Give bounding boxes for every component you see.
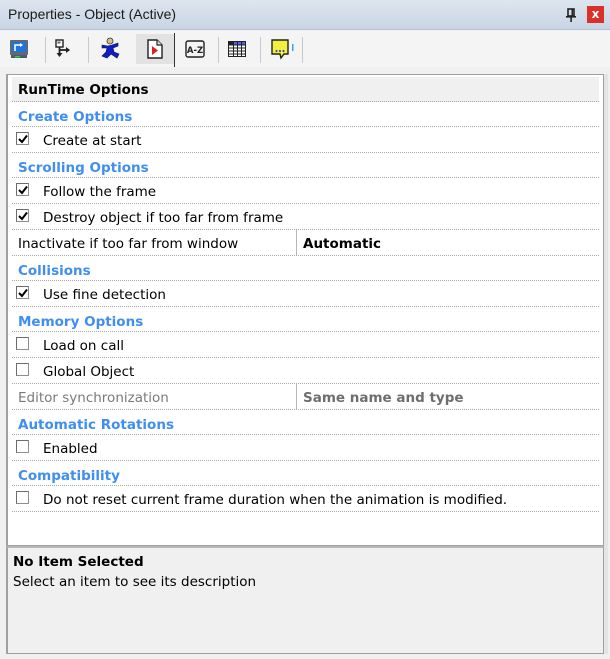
checkmark-icon <box>18 134 28 144</box>
checkbox-checked[interactable] <box>16 183 29 196</box>
grid-edge <box>604 74 608 654</box>
checkbox-unchecked[interactable] <box>16 337 29 350</box>
property-label: Inactivate if too far from window <box>18 236 239 252</box>
property-label: Create at start <box>43 133 142 149</box>
description-text: Select an item to see its description <box>13 574 257 590</box>
checkbox-unchecked[interactable] <box>16 363 29 376</box>
checkbox-row-global-object[interactable]: Global Object <box>12 358 599 384</box>
checkbox-row-do-not-reset-current-frame-duration-when-the-animation-is-modified[interactable]: Do not reset current frame duration when… <box>12 486 599 512</box>
checkbox-checked[interactable] <box>16 132 29 145</box>
checkbox-row-follow-the-frame[interactable]: Follow the frame <box>12 178 599 204</box>
checkbox-unchecked[interactable] <box>16 491 29 504</box>
category-create-options: Create Options <box>12 102 599 127</box>
toolbar-separator <box>218 37 219 63</box>
category-scrolling-options: Scrolling Options <box>12 153 599 178</box>
checkbox-unchecked[interactable] <box>16 440 29 453</box>
category-automatic-rotations: Automatic Rotations <box>12 410 599 435</box>
property-value[interactable]: Automatic <box>303 236 381 252</box>
monitor-icon <box>10 40 28 58</box>
property-label: Load on call <box>43 338 124 354</box>
toolbar-button-sort-alphabetically[interactable]: A-Z <box>180 34 210 64</box>
property-label: Editor synchronization <box>18 390 169 406</box>
category-collisions: Collisions <box>12 256 599 281</box>
category-label: Automatic Rotations <box>18 417 174 433</box>
property-label: Follow the frame <box>43 184 157 200</box>
toolbar-separator <box>45 37 46 63</box>
category-compatibility: Compatibility <box>12 461 599 486</box>
checkmark-icon <box>18 185 28 195</box>
toolbar-button-size-position[interactable] <box>48 34 78 64</box>
property-label: Enabled <box>43 441 98 457</box>
property-row-editor-synchronization[interactable]: Editor synchronization Same name and type <box>12 384 599 410</box>
az-sort-icon: A-Z <box>185 40 205 58</box>
toolbar-separator <box>174 33 175 67</box>
property-label: Global Object <box>43 364 135 380</box>
toolbar-button-about[interactable] <box>264 34 302 64</box>
checkbox-row-use-fine-detection[interactable]: Use fine detection <box>12 281 599 307</box>
category-label: Collisions <box>18 263 91 279</box>
toolbar-button-runtime-options[interactable] <box>136 34 174 64</box>
toolbar-separator <box>260 37 261 63</box>
property-label: Use fine detection <box>43 287 166 303</box>
document-play-icon <box>147 39 163 59</box>
grid-header-label: RunTime Options <box>18 82 149 98</box>
column-divider[interactable] <box>296 384 297 409</box>
table-grid-icon <box>228 41 246 57</box>
pin-icon[interactable] <box>564 8 578 22</box>
toolbar-separator <box>88 37 89 63</box>
checkmark-icon <box>18 288 28 298</box>
checkbox-checked[interactable] <box>16 209 29 222</box>
property-value[interactable]: Same name and type <box>303 390 464 406</box>
checkbox-checked[interactable] <box>16 286 29 299</box>
speech-bubble-icon <box>271 39 294 60</box>
property-label: Do not reset current frame duration when… <box>43 492 508 508</box>
checkbox-row-load-on-call[interactable]: Load on call <box>12 332 599 358</box>
description-panel: No Item Selected Select an item to see i… <box>6 546 604 654</box>
checkbox-row-enabled[interactable]: Enabled <box>12 435 599 461</box>
move-arrows-icon <box>55 39 70 57</box>
toolbar: A-Z <box>0 31 610 67</box>
checkmark-icon <box>18 211 28 221</box>
running-man-icon <box>101 37 120 59</box>
category-label: Memory Options <box>18 314 144 330</box>
checkbox-row-destroy-object-if-too-far-from-frame[interactable]: Destroy object if too far from frame <box>12 204 599 230</box>
grid-header: RunTime Options <box>12 77 599 102</box>
close-icon[interactable]: x <box>587 6 604 23</box>
panel-title: Properties - Object (Active) <box>8 6 177 22</box>
checkbox-row-create-at-start[interactable]: Create at start <box>12 127 599 153</box>
toolbar-separator <box>302 37 303 63</box>
property-grid: RunTime Options Create Options Create at … <box>6 74 604 546</box>
description-title: No Item Selected <box>13 554 144 570</box>
column-divider[interactable] <box>296 230 297 255</box>
category-label: Create Options <box>18 109 133 125</box>
panel-titlebar: Properties - Object (Active) x <box>0 0 610 30</box>
toolbar-button-display-options[interactable] <box>4 34 34 64</box>
category-memory-options: Memory Options <box>12 307 599 332</box>
toolbar-button-movement[interactable] <box>95 34 125 64</box>
property-row-inactivate-if-too-far-from-window[interactable]: Inactivate if too far from window Automat… <box>12 230 599 256</box>
svg-text:A-Z: A-Z <box>187 46 203 56</box>
property-label: Destroy object if too far from frame <box>43 210 284 226</box>
category-label: Scrolling Options <box>18 160 149 176</box>
toolbar-button-values[interactable] <box>222 34 252 64</box>
category-label: Compatibility <box>18 468 120 484</box>
